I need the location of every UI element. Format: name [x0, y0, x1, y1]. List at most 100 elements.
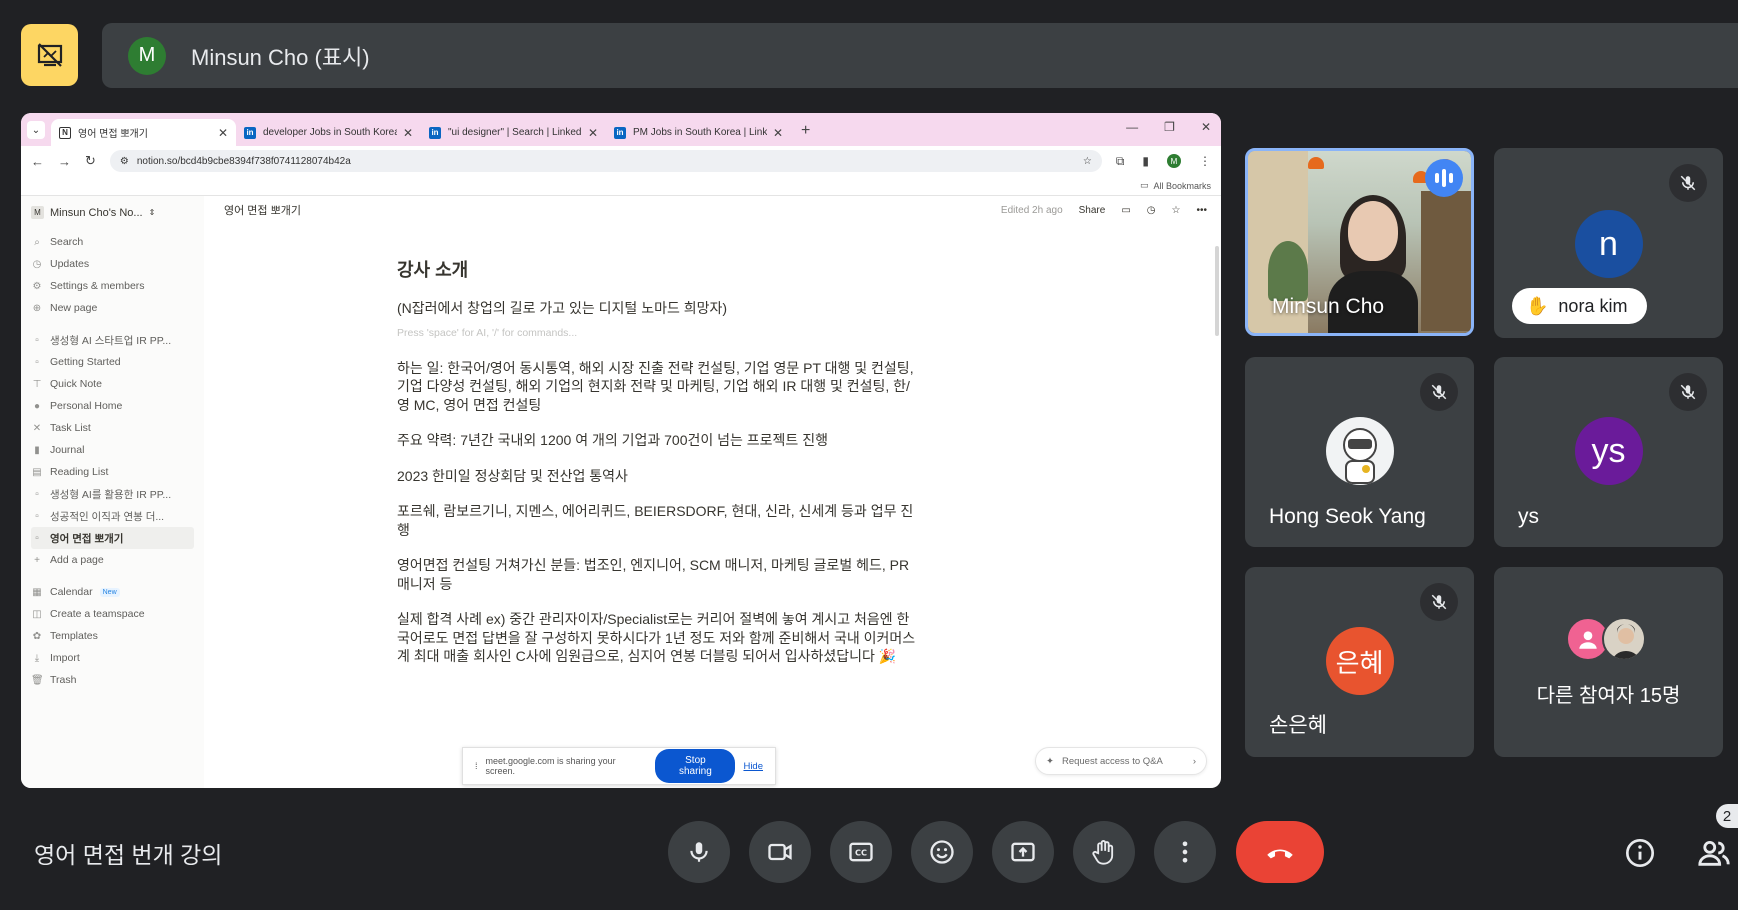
sidebar-item-trash[interactable]: 🗑 Trash [31, 669, 194, 691]
leave-call-button[interactable] [1236, 821, 1324, 883]
back-icon[interactable]: ← [31, 154, 44, 169]
new-tab-icon[interactable]: + [801, 122, 810, 140]
browser-tab[interactable]: in "ui designer" | Search | LinkedIn ✕ [421, 119, 606, 146]
stop-sharing-button[interactable]: Stop sharing [655, 749, 736, 783]
presenter-avatar: M [128, 36, 166, 75]
extensions-icon[interactable]: ⧉ [1116, 154, 1125, 169]
browser-tab[interactable]: in PM Jobs in South Korea | LinkedIn ✕ [606, 119, 791, 146]
participant-tile[interactable]: 은혜 손은혜 [1245, 567, 1474, 757]
sidebar-item-settings[interactable]: ⚙ Settings & members [31, 275, 194, 297]
favorite-star-icon[interactable]: ☆ [1172, 205, 1181, 216]
chevron-updown-icon: ⇕ [148, 208, 156, 217]
participant-tile[interactable]: Hong Seok Yang [1245, 357, 1474, 547]
bookmark-star-icon[interactable]: ☆ [1083, 156, 1092, 167]
raised-hand-chip: ✋ nora kim [1512, 288, 1648, 324]
linkedin-icon: in [244, 126, 256, 139]
more-icon[interactable]: ••• [1196, 205, 1207, 216]
browser-menu-icon[interactable]: ⋮ [1199, 154, 1211, 168]
hand-icon: ✋ [1526, 295, 1549, 316]
page-heading[interactable]: 강사 소개 [397, 256, 917, 282]
sidebar-page[interactable]: ▮ Journal [31, 439, 194, 461]
camera-button[interactable] [749, 821, 811, 883]
sidebar-page[interactable]: ⊤ Quick Note [31, 373, 194, 395]
reactions-button[interactable] [911, 821, 973, 883]
browser-tabbar: ⌄ N 영어 면접 뽀개기 ✕ in developer Jobs in Sou… [21, 113, 1221, 146]
forward-icon[interactable]: → [58, 154, 71, 169]
participant-tile[interactable]: n ✋ nora kim [1494, 148, 1723, 338]
sidebar-label: Personal Home [50, 400, 123, 412]
minimize-icon[interactable]: — [1126, 120, 1138, 134]
sidebar-item-new-page[interactable]: ⊕ New page [31, 297, 194, 319]
share-button[interactable]: Share [1079, 205, 1106, 216]
meeting-info-button[interactable] [1620, 833, 1660, 873]
sidebar-item-templates[interactable]: ✿ Templates [31, 625, 194, 647]
sidebar-page-active[interactable]: ▫ 영어 면접 뽀개기 [31, 527, 194, 549]
sidebar-item-search[interactable]: ⌕ Search [31, 231, 194, 253]
reload-icon[interactable]: ↻ [85, 153, 96, 169]
sidebar-item-import[interactable]: ⤓ Import [31, 647, 194, 669]
qa-request-button[interactable]: ✦ Request access to Q&A › [1035, 747, 1207, 775]
close-tab-icon[interactable]: ✕ [773, 126, 783, 140]
sidebar-item-calendar[interactable]: ▦ Calendar New [31, 581, 194, 603]
info-icon [1626, 839, 1654, 867]
hide-link[interactable]: Hide [743, 761, 763, 772]
raise-hand-button[interactable] [1073, 821, 1135, 883]
close-tab-icon[interactable]: ✕ [403, 126, 413, 140]
comment-icon[interactable]: ▭ [1121, 205, 1130, 216]
text-block[interactable]: 포르쉐, 람보르기니, 지멘스, 에어리퀴드, BEIERSDORF, 현대, … [397, 502, 917, 539]
more-options-button[interactable] [1154, 821, 1216, 883]
captions-button[interactable]: CC [830, 821, 892, 883]
participant-tile-speaking[interactable]: Minsun Cho [1245, 148, 1474, 336]
tab-title: "ui designer" | Search | LinkedIn [448, 127, 582, 138]
close-window-icon[interactable]: ✕ [1201, 120, 1211, 134]
sidebar-page[interactable]: ▫ 성공적인 이직과 연봉 더... [31, 505, 194, 527]
text-block[interactable]: 2023 한미일 정상회담 및 전산업 통역사 [397, 467, 917, 486]
mic-off-icon [1669, 373, 1707, 411]
microphone-button[interactable] [668, 821, 730, 883]
search-icon: ⌕ [34, 236, 40, 248]
sidebar-page[interactable]: ▤ Reading List [31, 461, 194, 483]
sidebar-item-updates[interactable]: ◷ Updates [31, 253, 194, 275]
workspace-switcher[interactable]: M Minsun Cho's No... ⇕ [31, 206, 194, 219]
sidebar-page[interactable]: ▫ Getting Started [31, 351, 194, 373]
sidebar-add-page[interactable]: + Add a page [31, 549, 194, 571]
present-screen-icon [1011, 842, 1035, 862]
side-panel-icon[interactable]: ▮ [1142, 154, 1149, 168]
people-button[interactable] [1694, 833, 1734, 873]
scrollbar[interactable] [1215, 246, 1219, 336]
close-tab-icon[interactable]: ✕ [588, 126, 598, 140]
sidebar-item-teamspace[interactable]: ◫ Create a teamspace [31, 603, 194, 625]
text-block[interactable]: 주요 약력: 7년간 국내외 1200 여 개의 기업과 700건이 넘는 프로… [397, 431, 917, 450]
participant-name: nora kim [1558, 295, 1628, 316]
other-participants-tile[interactable]: 다른 참여자 15명 [1494, 567, 1723, 757]
empty-block-placeholder[interactable]: Press 'space' for AI, '/' for commands..… [397, 327, 917, 339]
mic-off-icon [1669, 164, 1707, 202]
drag-handle-icon[interactable]: ⁞ [475, 761, 478, 771]
all-bookmarks[interactable]: All Bookmarks [1153, 181, 1211, 191]
participant-tile[interactable]: ys ys [1494, 357, 1723, 547]
close-tab-icon[interactable]: ✕ [218, 126, 228, 140]
sidebar-label: Import [50, 652, 80, 664]
sidebar-page[interactable]: ▫ 생성형 AI 스타트업 IR PP... [31, 329, 194, 351]
participant-avatar-image [1325, 417, 1394, 485]
sidebar-label: Templates [50, 630, 98, 642]
sidebar-page[interactable]: ● Personal Home [31, 395, 194, 417]
site-info-icon[interactable]: ⚙ [120, 156, 129, 167]
browser-tab[interactable]: in developer Jobs in South Korea ✕ [236, 119, 421, 146]
book-icon: ▤ [32, 466, 42, 478]
history-icon[interactable]: ◷ [1147, 205, 1156, 216]
tab-search-icon[interactable]: ⌄ [27, 121, 45, 139]
breadcrumb[interactable]: 영어 면접 뽀개기 [224, 202, 1001, 218]
present-screen-button[interactable] [992, 821, 1054, 883]
url-field[interactable]: ⚙ notion.so/bcd4b9cbe8394f738f0741128074… [109, 150, 1102, 172]
restore-icon[interactable]: ❐ [1164, 120, 1175, 134]
text-block[interactable]: 영어면접 컨설팅 거쳐가신 분들: 법조인, 엔지니어, SCM 매니저, 마케… [397, 556, 917, 593]
browser-tab[interactable]: N 영어 면접 뽀개기 ✕ [51, 119, 236, 146]
profile-avatar[interactable]: M [1167, 154, 1181, 168]
text-block[interactable]: 하는 일: 한국어/영어 동시통역, 해외 시장 진출 전략 컨설팅, 기업 영… [397, 359, 917, 415]
sidebar-page[interactable]: ✕ Task List [31, 417, 194, 439]
presentation-off-icon[interactable] [21, 24, 78, 86]
subtitle-block[interactable]: (N잡러에서 창업의 길로 가고 있는 디지털 노마드 희망자) [397, 299, 917, 318]
text-block[interactable]: 실제 합격 사례 ex) 중간 관리자이자/Specialist로는 커리어 절… [397, 610, 917, 666]
sidebar-page[interactable]: ▫ 생성형 AI를 활용한 IR PP... [31, 483, 194, 505]
